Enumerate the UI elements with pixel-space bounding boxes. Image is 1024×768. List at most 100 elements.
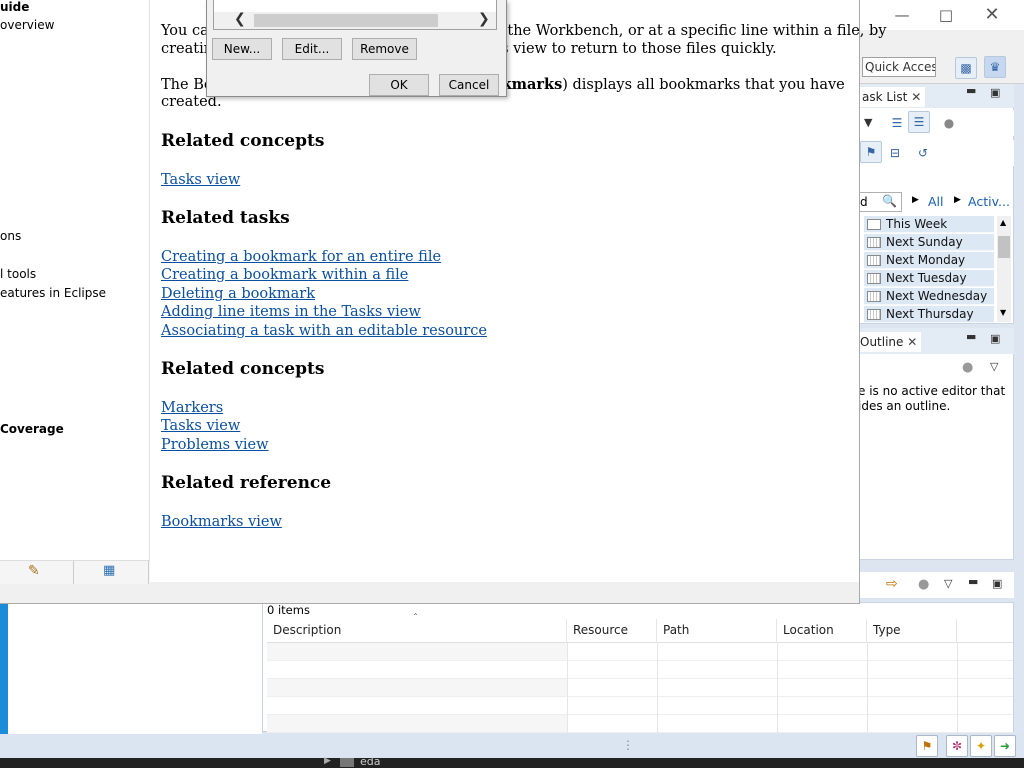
toc-item[interactable]: eatures in Eclipse <box>0 286 106 300</box>
paragraph-bold-text: kmarks <box>501 76 563 93</box>
toc-item[interactable]: overview <box>0 18 54 32</box>
list-item[interactable]: Next Tuesday <box>864 270 994 287</box>
edit-button[interactable]: Edit... <box>282 38 342 60</box>
toc-item[interactable]: Coverage <box>0 422 64 436</box>
minimize-icon[interactable]: — <box>892 6 912 24</box>
new-button[interactable]: New... <box>212 38 272 60</box>
minimize-view-icon[interactable]: ▬ <box>968 575 978 588</box>
chevron-left-icon[interactable]: ❮ <box>234 11 246 27</box>
filter-all-link[interactable]: All <box>928 194 944 209</box>
tasks-view: 0 items Description ˆ Resource Path Loca… <box>262 602 1014 733</box>
link-creating-bookmark-within-file[interactable]: Creating a bookmark within a file <box>161 267 408 283</box>
filter-icon[interactable]: ⇨ <box>886 576 898 592</box>
calendar-icon <box>867 237 881 248</box>
outline-message-line1: e is no active editor that <box>858 384 1006 398</box>
quick-access-input[interactable]: Quick Access <box>862 57 936 77</box>
tasks-view-toolbar: ⇨ ● ▽ ▬ ▣ <box>860 572 1014 598</box>
help-toc-panel: uide overview ons l tools eatures in Ecl… <box>0 0 150 584</box>
maximize-view-icon[interactable]: ▣ <box>990 86 1000 99</box>
scheduled-icon[interactable]: ☰ <box>908 111 930 133</box>
ok-button[interactable]: OK <box>369 74 429 96</box>
collapse-all-icon[interactable]: ⊟ <box>884 142 906 164</box>
chevron-down-icon[interactable]: ▼ <box>1000 308 1006 317</box>
tab-search[interactable]: ✎ <box>0 561 74 585</box>
arrow-right-icon[interactable]: ➜ <box>994 735 1016 757</box>
task-list-tab-label: ask List <box>862 90 908 104</box>
list-item[interactable]: Next Sunday <box>864 234 994 251</box>
link-creating-bookmark-entire-file[interactable]: Creating a bookmark for an entire file <box>161 249 441 265</box>
tab-task-list[interactable]: ask List ✕ <box>858 87 926 107</box>
link-markers[interactable]: Markers <box>161 400 223 416</box>
column-header-location[interactable]: Location <box>777 619 867 643</box>
list-item[interactable]: This Week <box>864 216 994 233</box>
task-find-input[interactable]: d 🔍 <box>858 192 902 212</box>
tab-outline[interactable]: Outline ✕ <box>856 332 922 352</box>
view-menu-icon[interactable]: ▼ <box>864 116 872 129</box>
star-icon[interactable]: ✦ <box>970 735 992 757</box>
filter-active-link[interactable]: Activ... <box>968 194 1010 209</box>
new-task-icon[interactable]: ⚑ <box>860 141 882 163</box>
minimize-view-icon[interactable]: ▬ <box>966 84 976 97</box>
connect-icon[interactable]: ✼ <box>946 735 968 757</box>
close-icon[interactable]: ✕ <box>982 6 1002 24</box>
view-menu-icon[interactable]: ▽ <box>944 577 952 590</box>
chevron-right-icon[interactable]: ❯ <box>478 11 490 27</box>
search-results-icon: ✎ <box>28 563 40 579</box>
java-perspective-icon[interactable]: ♛ <box>984 56 1006 78</box>
items-count: 0 items <box>267 603 310 617</box>
scrollbar-thumb[interactable] <box>254 14 438 27</box>
project-name[interactable]: eda <box>360 755 381 768</box>
toc-item[interactable]: l tools <box>0 267 36 281</box>
categorized-icon[interactable]: ☰ <box>886 112 908 134</box>
close-tab-icon[interactable]: ✕ <box>907 335 917 349</box>
scrollbar-thumb[interactable] <box>998 236 1010 258</box>
link-problems-view[interactable]: Problems view <box>161 437 269 453</box>
column-header-resource[interactable]: Resource <box>567 619 657 643</box>
toc-item[interactable]: uide <box>0 0 29 14</box>
synchronize-icon[interactable]: ↺ <box>912 142 934 164</box>
view-menu-icon[interactable]: ▽ <box>990 360 998 373</box>
list-item[interactable]: Next Monday <box>864 252 994 269</box>
heading-related-concepts: Related concepts <box>161 131 325 151</box>
close-tab-icon[interactable]: ✕ <box>911 90 921 104</box>
column-divider <box>777 643 778 733</box>
maximize-view-icon[interactable]: ▣ <box>990 332 1000 345</box>
tab-bookmarks[interactable]: ▦ <box>75 561 149 585</box>
list-item-label: Next Tuesday <box>886 271 967 285</box>
sort-ascending-icon: ˆ <box>413 613 418 624</box>
link-tasks-view[interactable]: Tasks view <box>161 172 240 188</box>
maximize-icon[interactable]: □ <box>936 6 956 24</box>
help-toc-tabs: ✎ ▦ <box>0 560 150 585</box>
focus-icon[interactable]: ● <box>962 360 973 375</box>
task-icon[interactable]: ⚑ <box>916 735 938 757</box>
horizontal-scrollbar[interactable]: ❮ ❯ <box>214 11 496 29</box>
open-perspective-icon[interactable]: ▩ <box>955 57 977 79</box>
maximize-view-icon[interactable]: ▣ <box>992 577 1002 590</box>
task-list-toolbar-2: ⚑ ⊟ ↺ <box>858 140 1014 166</box>
column-header-type[interactable]: Type <box>867 619 957 643</box>
calendar-icon <box>867 219 881 230</box>
table-row <box>267 697 1013 715</box>
minimize-view-icon[interactable]: ▬ <box>966 330 976 343</box>
column-header-path[interactable]: Path <box>657 619 777 643</box>
list-item[interactable]: Next Wednesday <box>864 288 994 305</box>
list-item-label: Next Wednesday <box>886 289 988 303</box>
link-bookmarks-view[interactable]: Bookmarks view <box>161 514 282 530</box>
dialog-list: ❮ ❯ <box>213 0 497 30</box>
chevron-right-icon: ▶ <box>954 195 961 205</box>
vertical-scrollbar[interactable]: ▲ ▼ <box>997 216 1011 322</box>
remove-button[interactable]: Remove <box>352 38 417 60</box>
link-tasks-view-2[interactable]: Tasks view <box>161 418 240 434</box>
list-item[interactable]: Next Thursday <box>864 306 994 323</box>
cancel-button[interactable]: Cancel <box>439 74 499 96</box>
paragraph-text: The Bo <box>161 77 213 93</box>
column-divider <box>867 643 868 733</box>
toc-item[interactable]: ons <box>0 229 21 243</box>
focus-icon[interactable]: ● <box>938 112 960 134</box>
list-item-label: Next Sunday <box>886 235 963 249</box>
chevron-up-icon[interactable]: ▲ <box>1000 218 1006 227</box>
link-adding-line-items[interactable]: Adding line items in the Tasks view <box>161 304 421 320</box>
link-associating-task[interactable]: Associating a task with an editable reso… <box>161 323 487 339</box>
focus-icon[interactable]: ● <box>918 577 929 592</box>
link-deleting-bookmark[interactable]: Deleting a bookmark <box>161 286 315 302</box>
